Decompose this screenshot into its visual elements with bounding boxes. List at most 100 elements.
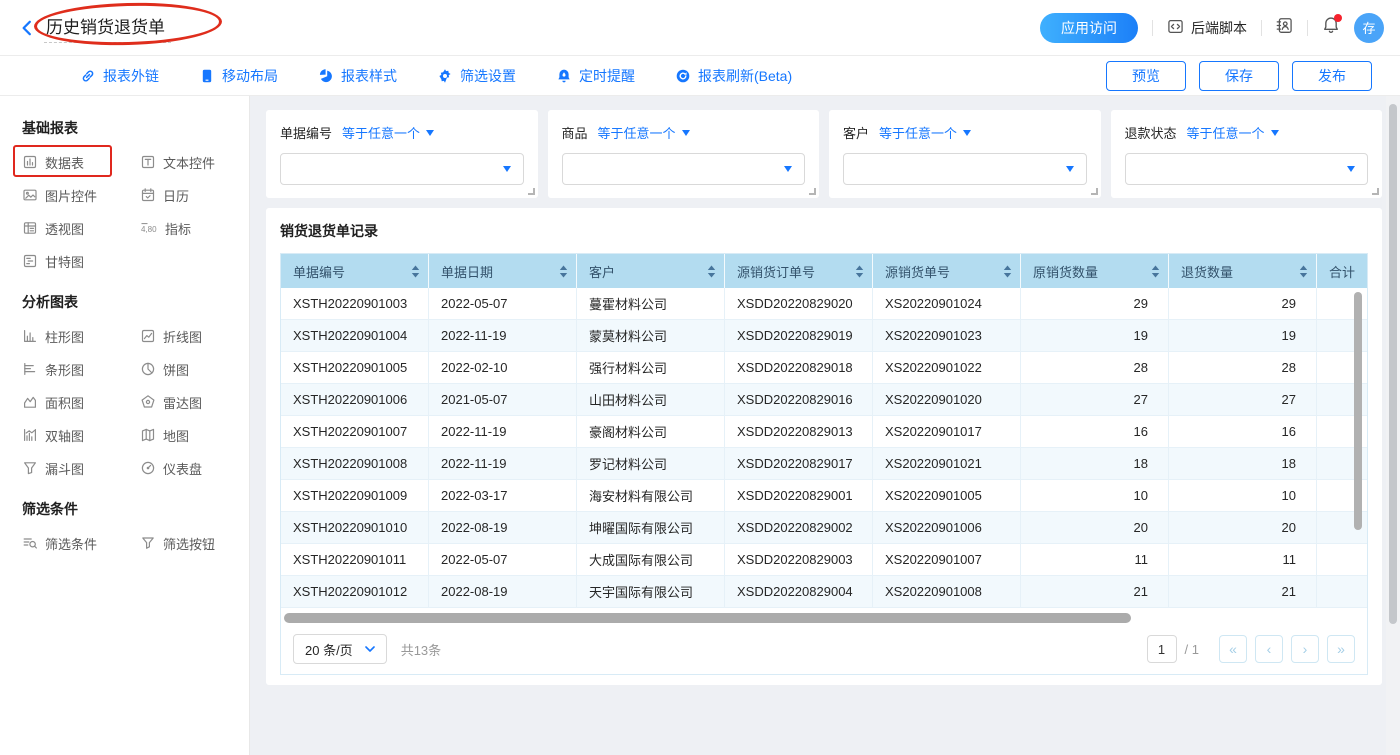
- column-header-doc-number[interactable]: 单据编号: [281, 254, 429, 288]
- page-size-select[interactable]: 20 条/页: [293, 634, 387, 664]
- table-row[interactable]: XSTH202209010042022-11-19蒙莫材料公司XSDD20220…: [281, 320, 1367, 352]
- dual-axis-icon: [22, 427, 38, 443]
- header: 历史销货退货单 应用访问 后端脚本 存: [0, 0, 1400, 56]
- column-header-customer[interactable]: 客户: [577, 254, 725, 288]
- page-input[interactable]: [1147, 635, 1177, 663]
- app-access-button[interactable]: 应用访问: [1040, 13, 1138, 43]
- filter-operator[interactable]: 等于任意一个: [598, 123, 690, 142]
- table-cell: XSTH20220901010: [281, 512, 429, 543]
- sidebar-item-dual-axis-chart[interactable]: 双轴图: [22, 426, 140, 444]
- sidebar-item-label: 饼图: [163, 360, 189, 379]
- next-page-button[interactable]: ›: [1291, 635, 1319, 663]
- filter-select[interactable]: [562, 153, 806, 185]
- sidebar-item-column-chart[interactable]: 柱形图: [22, 327, 140, 345]
- filter-operator[interactable]: 等于任意一个: [1187, 123, 1279, 142]
- column-header-doc-date[interactable]: 单据日期: [429, 254, 577, 288]
- avatar[interactable]: 存: [1354, 13, 1384, 43]
- table-cell: 27: [1021, 384, 1169, 415]
- sidebar-item-funnel-chart[interactable]: 漏斗图: [22, 459, 140, 477]
- filter-widget-doc-number[interactable]: 单据编号等于任意一个: [266, 110, 538, 198]
- sidebar-item-text-widget[interactable]: 文本控件: [140, 153, 244, 171]
- last-page-button[interactable]: »: [1327, 635, 1355, 663]
- table-cell: 2022-05-07: [429, 288, 577, 319]
- filter-widget-customer[interactable]: 客户等于任意一个: [829, 110, 1101, 198]
- column-header-return-qty[interactable]: 退货数量: [1169, 254, 1317, 288]
- toolbar-item-scheduled-reminder[interactable]: 定时提醒: [556, 66, 635, 86]
- filter-select[interactable]: [843, 153, 1087, 185]
- table-cell: XSDD20220829013: [725, 416, 873, 447]
- table-cell: 19: [1021, 320, 1169, 351]
- backend-script-label: 后端脚本: [1191, 18, 1247, 38]
- filter-widget-refund-status[interactable]: 退款状态等于任意一个: [1111, 110, 1383, 198]
- table-row[interactable]: XSTH202209010052022-02-10强行材料公司XSDD20220…: [281, 352, 1367, 384]
- table-cell: XS20220901023: [873, 320, 1021, 351]
- page-scrollbar[interactable]: [1386, 96, 1400, 755]
- sidebar-item-image-widget[interactable]: 图片控件: [22, 186, 140, 204]
- toolbar-item-mobile-layout[interactable]: 移动布局: [199, 66, 278, 86]
- filter-select[interactable]: [1125, 153, 1369, 185]
- table-row[interactable]: XSTH202209010032022-05-07蔓霍材料公司XSDD20220…: [281, 288, 1367, 320]
- table-row[interactable]: XSTH202209010102022-08-19坤曜国际有限公司XSDD202…: [281, 512, 1367, 544]
- sidebar-item-gauge[interactable]: 仪表盘: [140, 459, 244, 477]
- column-header-source-sales-no[interactable]: 源销货单号: [873, 254, 1021, 288]
- table-cell: XSDD20220829001: [725, 480, 873, 511]
- table-vertical-scrollbar[interactable]: [1354, 292, 1362, 530]
- resize-handle[interactable]: [528, 188, 535, 195]
- table-row[interactable]: XSTH202209010062021-05-07山田材料公司XSDD20220…: [281, 384, 1367, 416]
- save-button[interactable]: 保存: [1199, 61, 1279, 91]
- page-title[interactable]: 历史销货退货单: [44, 13, 171, 43]
- toolbar-item-label: 定时提醒: [579, 66, 635, 86]
- sidebar-item-gantt[interactable]: 甘特图: [22, 252, 140, 270]
- sidebar-item-area-chart[interactable]: 面积图: [22, 393, 140, 411]
- page-scrollbar-thumb[interactable]: [1389, 104, 1397, 624]
- filter-operator[interactable]: 等于任意一个: [879, 123, 971, 142]
- column-header-source-sales-order-no[interactable]: 源销货订单号: [725, 254, 873, 288]
- sidebar-item-calendar[interactable]: 日历: [140, 186, 244, 204]
- table-row[interactable]: XSTH202209010072022-11-19豪阁材料公司XSDD20220…: [281, 416, 1367, 448]
- prev-page-button[interactable]: ‹: [1255, 635, 1283, 663]
- table-cell: 2022-11-19: [429, 320, 577, 351]
- table-cell: 21: [1169, 576, 1317, 607]
- notifications-button[interactable]: [1322, 16, 1340, 39]
- pie-style-icon: [318, 68, 334, 84]
- table-cell: XSTH20220901009: [281, 480, 429, 511]
- resize-handle[interactable]: [809, 188, 816, 195]
- preview-button[interactable]: 预览: [1106, 61, 1186, 91]
- contacts-button[interactable]: [1276, 17, 1293, 39]
- gantt-icon: [22, 253, 38, 269]
- sidebar-item-line-chart[interactable]: 折线图: [140, 327, 244, 345]
- table-widget[interactable]: 销货退货单记录 单据编号单据日期客户源销货订单号源销货单号原销货数量退货数量合计…: [266, 208, 1382, 685]
- divider: [1152, 20, 1153, 36]
- sidebar-item-filter-condition[interactable]: 筛选条件: [22, 534, 140, 552]
- column-header-total[interactable]: 合计: [1317, 254, 1367, 288]
- sort-icon: [559, 265, 568, 278]
- filter-select[interactable]: [280, 153, 524, 185]
- sidebar-item-radar-chart[interactable]: 雷达图: [140, 393, 244, 411]
- filter-operator[interactable]: 等于任意一个: [342, 123, 434, 142]
- resize-handle[interactable]: [1091, 188, 1098, 195]
- table-row[interactable]: XSTH202209010122022-08-19天宇国际有限公司XSDD202…: [281, 576, 1367, 608]
- sidebar-item-pie-chart[interactable]: 饼图: [140, 360, 244, 378]
- table-horizontal-scrollbar[interactable]: [284, 613, 1131, 623]
- publish-button[interactable]: 发布: [1292, 61, 1372, 91]
- table-row[interactable]: XSTH202209010082022-11-19罗记材料公司XSDD20220…: [281, 448, 1367, 480]
- filter-widget-product[interactable]: 商品等于任意一个: [548, 110, 820, 198]
- toolbar-item-filter-settings[interactable]: 筛选设置: [437, 66, 516, 86]
- resize-handle[interactable]: [1372, 188, 1379, 195]
- sidebar-item-filter-button[interactable]: 筛选按钮: [140, 534, 244, 552]
- column-header-original-sales-qty[interactable]: 原销货数量: [1021, 254, 1169, 288]
- table-cell: XSTH20220901006: [281, 384, 429, 415]
- toolbar-item-report-refresh[interactable]: 报表刷新(Beta): [675, 66, 792, 86]
- sidebar-item-bar-chart[interactable]: 条形图: [22, 360, 140, 378]
- first-page-button[interactable]: «: [1219, 635, 1247, 663]
- table-row[interactable]: XSTH202209010092022-03-17海安材料有限公司XSDD202…: [281, 480, 1367, 512]
- toolbar-item-report-style[interactable]: 报表样式: [318, 66, 397, 86]
- toolbar-item-report-external-link[interactable]: 报表外链: [80, 66, 159, 86]
- sidebar-item-metric[interactable]: 4,80指标: [140, 219, 244, 237]
- sidebar-item-pivot-table[interactable]: 透视图: [22, 219, 140, 237]
- backend-script-button[interactable]: 后端脚本: [1167, 18, 1247, 38]
- back-button[interactable]: [18, 18, 38, 38]
- sidebar-item-data-table[interactable]: 数据表: [22, 153, 140, 171]
- table-row[interactable]: XSTH202209010112022-05-07大成国际有限公司XSDD202…: [281, 544, 1367, 576]
- sidebar-item-map[interactable]: 地图: [140, 426, 244, 444]
